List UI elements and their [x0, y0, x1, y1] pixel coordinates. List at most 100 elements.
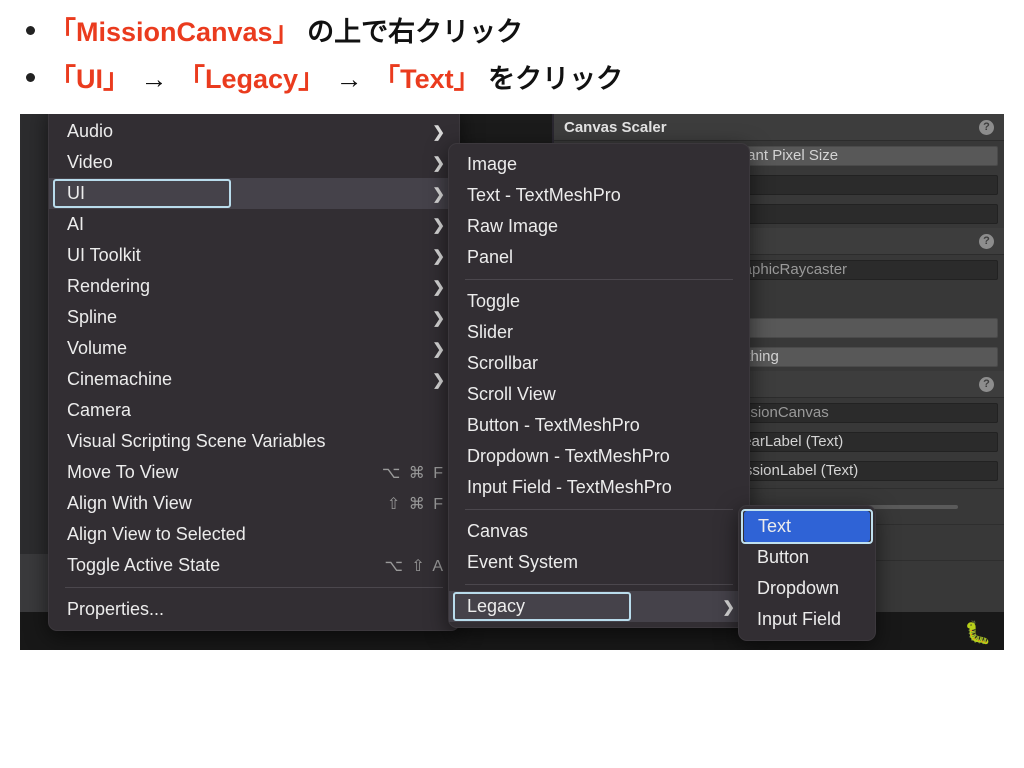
menu-item-video[interactable]: Video ❯	[49, 147, 459, 178]
menu-item-shortcut: ⇧ ⌘ F	[387, 494, 445, 514]
menu-item-shortcut: ⌥ ⌘ F	[382, 463, 445, 483]
bullet-dot-icon	[26, 73, 35, 82]
menu-item-label: Align With View	[67, 493, 363, 514]
menu-item-slider[interactable]: Slider	[449, 317, 749, 348]
legacy-submenu[interactable]: Text Button Dropdown Input Field	[738, 505, 876, 641]
editor-left-panel-lower	[20, 554, 50, 614]
menu-item-label: Audio	[67, 121, 416, 142]
menu-item-button-textmeshpro[interactable]: Button - TextMeshPro	[449, 410, 749, 441]
help-icon[interactable]: ?	[979, 234, 994, 249]
menu-item-properties[interactable]: Properties...	[49, 594, 459, 625]
menu-item-event-system[interactable]: Event System	[449, 547, 749, 578]
menu-item-input-field-textmeshpro[interactable]: Input Field - TextMeshPro	[449, 472, 749, 503]
menu-item-label: Cinemachine	[67, 369, 416, 390]
chevron-right-icon: ❯	[432, 309, 445, 327]
menu-item-canvas[interactable]: Canvas	[449, 516, 749, 547]
menu-item-cinemachine[interactable]: Cinemachine ❯	[49, 364, 459, 395]
menu-item-label: Text - TextMeshPro	[467, 185, 735, 206]
menu-separator	[465, 279, 733, 280]
menu-item-label: Input Field	[757, 609, 861, 630]
menu-item-label: Volume	[67, 338, 416, 359]
menu-item-label: Dropdown - TextMeshPro	[467, 446, 735, 467]
menu-item-align-with-view[interactable]: Align With View ⇧ ⌘ F	[49, 488, 459, 519]
component-title: Canvas Scaler	[564, 119, 667, 136]
menu-item-align-view-to-selected[interactable]: Align View to Selected	[49, 519, 459, 550]
menu-item-camera[interactable]: Camera	[49, 395, 459, 426]
menu-item-ui-toolkit[interactable]: UI Toolkit ❯	[49, 240, 459, 271]
menu-item-label: Video	[67, 152, 416, 173]
menu-item-label: Image	[467, 154, 735, 175]
menu-item-label: Event System	[467, 552, 735, 573]
bullet-text: 「UI」 → 「Legacy」 → 「Text」 をクリック	[49, 57, 623, 96]
menu-item-label: Toggle	[467, 291, 735, 312]
help-icon[interactable]: ?	[979, 120, 994, 135]
chevron-right-icon: ❯	[432, 216, 445, 234]
bullet-1-part-1: の上で右クリック	[300, 17, 524, 47]
menu-item-input-field[interactable]: Input Field	[739, 604, 875, 635]
unity-editor-screenshot: Canvas Scaler ? UI Scale Mode Constant P…	[20, 114, 1004, 650]
bullet-2-part-1: →	[130, 64, 178, 94]
bug-icon[interactable]: 🐛	[964, 618, 990, 648]
menu-separator	[465, 584, 733, 585]
menu-item-spline[interactable]: Spline ❯	[49, 302, 459, 333]
chevron-right-icon: ❯	[432, 371, 445, 389]
menu-item-scroll-view[interactable]: Scroll View	[449, 379, 749, 410]
menu-item-label: AI	[67, 214, 416, 235]
menu-item-visual-scripting-scene-variables[interactable]: Visual Scripting Scene Variables	[49, 426, 459, 457]
menu-item-scrollbar[interactable]: Scrollbar	[449, 348, 749, 379]
menu-item-panel[interactable]: Panel	[449, 242, 749, 273]
menu-item-text-textmeshpro[interactable]: Text - TextMeshPro	[449, 180, 749, 211]
menu-item-label: Rendering	[67, 276, 416, 297]
menu-item-volume[interactable]: Volume ❯	[49, 333, 459, 364]
menu-separator	[65, 587, 443, 588]
menu-item-label: Properties...	[67, 599, 445, 620]
menu-item-dropdown-textmeshpro[interactable]: Dropdown - TextMeshPro	[449, 441, 749, 472]
menu-item-label: Camera	[67, 400, 445, 421]
bullet-2-part-0: 「UI」	[49, 64, 130, 94]
menu-item-toggle[interactable]: Toggle	[449, 286, 749, 317]
menu-item-audio[interactable]: Audio ❯	[49, 116, 459, 147]
menu-item-label: Visual Scripting Scene Variables	[67, 431, 445, 452]
menu-item-move-to-view[interactable]: Move To View ⌥ ⌘ F	[49, 457, 459, 488]
menu-item-label: Legacy	[467, 596, 706, 617]
slide-root: 「MissionCanvas」 の上で右クリック 「UI」 → 「Legacy」…	[0, 0, 1024, 768]
menu-item-ai[interactable]: AI ❯	[49, 209, 459, 240]
menu-item-legacy[interactable]: Legacy ❯	[449, 591, 749, 622]
menu-item-label: Scroll View	[467, 384, 735, 405]
menu-item-text[interactable]: Text	[744, 511, 870, 542]
menu-item-label: Raw Image	[467, 216, 735, 237]
chevron-right-icon: ❯	[432, 123, 445, 141]
menu-item-button[interactable]: Button	[739, 542, 875, 573]
bullet-2-part-2: 「Legacy」	[178, 64, 325, 94]
menu-item-rendering[interactable]: Rendering ❯	[49, 271, 459, 302]
chevron-right-icon: ❯	[432, 340, 445, 358]
gameobject-create-menu[interactable]: Audio ❯ Video ❯ UI ❯ AI ❯ UI Toolkit ❯ R…	[48, 114, 460, 631]
menu-item-image[interactable]: Image	[449, 149, 749, 180]
menu-item-label: Panel	[467, 247, 735, 268]
bullet-item: 「MissionCanvas」 の上で右クリック	[26, 10, 1024, 49]
menu-item-dropdown[interactable]: Dropdown	[739, 573, 875, 604]
menu-item-ui[interactable]: UI ❯	[49, 178, 459, 209]
chevron-right-icon: ❯	[432, 185, 445, 203]
menu-item-label: UI	[67, 183, 416, 204]
menu-item-label: Scrollbar	[467, 353, 735, 374]
help-icon[interactable]: ?	[979, 377, 994, 392]
bullet-2-part-4: 「Text」	[373, 64, 481, 94]
component-header-canvas-scaler[interactable]: Canvas Scaler ?	[554, 114, 1004, 141]
menu-separator	[465, 509, 733, 510]
ui-submenu[interactable]: Image Text - TextMeshPro Raw Image Panel…	[448, 143, 750, 628]
chevron-right-icon: ❯	[432, 278, 445, 296]
bullet-text: 「MissionCanvas」 の上で右クリック	[49, 10, 523, 49]
menu-item-label: Input Field - TextMeshPro	[467, 477, 735, 498]
menu-item-label: Move To View	[67, 462, 358, 483]
bullet-2-part-3: →	[325, 64, 373, 94]
menu-item-label: UI Toolkit	[67, 245, 416, 266]
chevron-right-icon: ❯	[722, 598, 735, 616]
bullet-dot-icon	[26, 26, 35, 35]
menu-item-label: Button - TextMeshPro	[467, 415, 735, 436]
menu-item-raw-image[interactable]: Raw Image	[449, 211, 749, 242]
menu-item-toggle-active-state[interactable]: Toggle Active State ⌥ ⇧ A	[49, 550, 459, 581]
bullet-2-part-5: をクリック	[481, 64, 624, 94]
menu-item-label: Align View to Selected	[67, 524, 445, 545]
menu-item-label: Spline	[67, 307, 416, 328]
